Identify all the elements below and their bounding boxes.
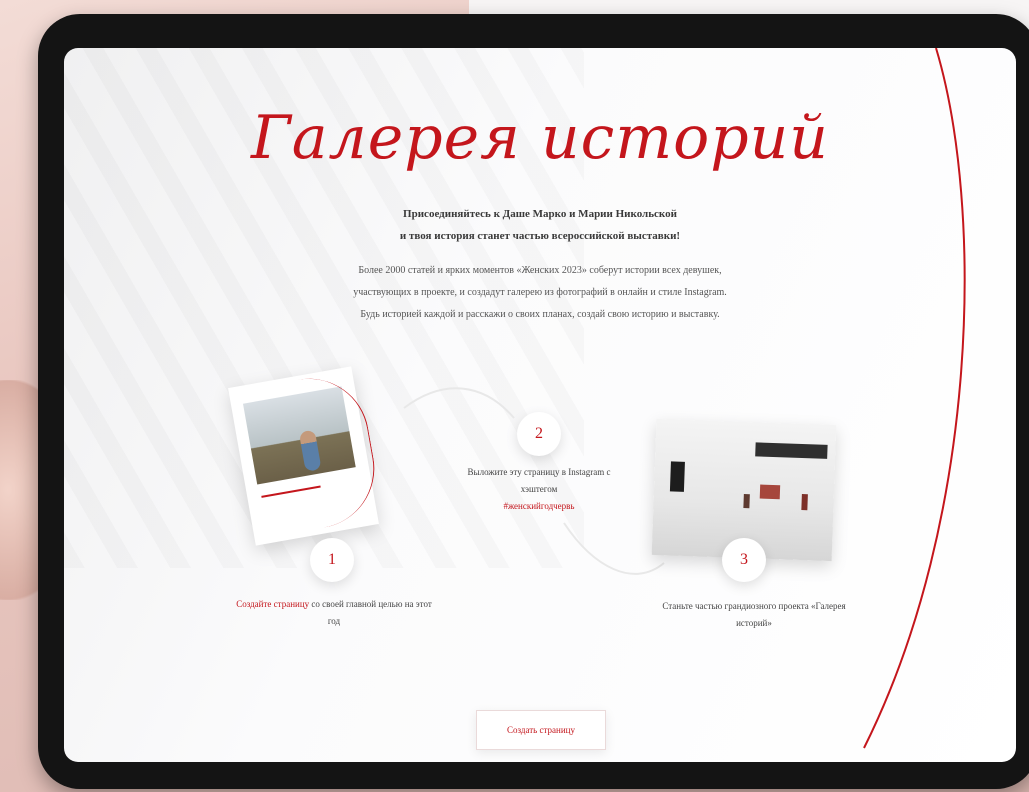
page-description: Более 2000 статей и ярких моментов «Женс…: [64, 260, 1016, 326]
step-1-number: 1: [310, 538, 354, 582]
gallery-art-2: [755, 442, 828, 459]
gallery-art-1: [669, 461, 685, 492]
step-3-text: Станьте частью грандиозного проекта «Гал…: [662, 601, 846, 628]
description-line-3: Будь историей каждой и расскажи о своих …: [360, 309, 720, 320]
gallery-art-4: [801, 494, 808, 511]
step-2-number: 2: [517, 412, 561, 456]
step-1-link[interactable]: Создайте страницу: [236, 599, 309, 609]
tablet-screen: Галерея историй Присоединяйтесь к Даше М…: [64, 48, 1016, 762]
step-1-text: Создайте страницу со своей главной целью…: [234, 596, 434, 630]
page-title: Галерея историй: [251, 103, 829, 173]
gallery-art-5: [743, 493, 750, 509]
step-3-number: 3: [722, 538, 766, 582]
page-subtitle: Присоединяйтесь к Даше Марко и Марии Ник…: [64, 203, 1016, 247]
step-2-text: Выложите эту страницу в Instagram с хэшт…: [454, 464, 624, 515]
gallery-art-3: [759, 484, 781, 500]
tablet-frame: Галерея историй Присоединяйтесь к Даше М…: [38, 14, 1029, 789]
step-2-hashtag: #женскийгодчервь: [503, 501, 575, 511]
subtitle-line-1: Присоединяйтесь к Даше Марко и Марии Ник…: [403, 208, 677, 220]
description-line-2: участвующих в проекте, и создадут галере…: [353, 287, 727, 298]
subtitle-line-2: и твоя история станет частью всероссийск…: [399, 230, 681, 242]
step-2-description: Выложите эту страницу в Instagram с хэшт…: [467, 467, 611, 494]
description-line-1: Более 2000 статей и ярких моментов «Женс…: [358, 265, 722, 276]
create-page-button[interactable]: Создать страницу: [476, 710, 606, 750]
card-caption: [261, 485, 326, 528]
step-1-description: со своей главной целью на этот год: [309, 599, 432, 626]
